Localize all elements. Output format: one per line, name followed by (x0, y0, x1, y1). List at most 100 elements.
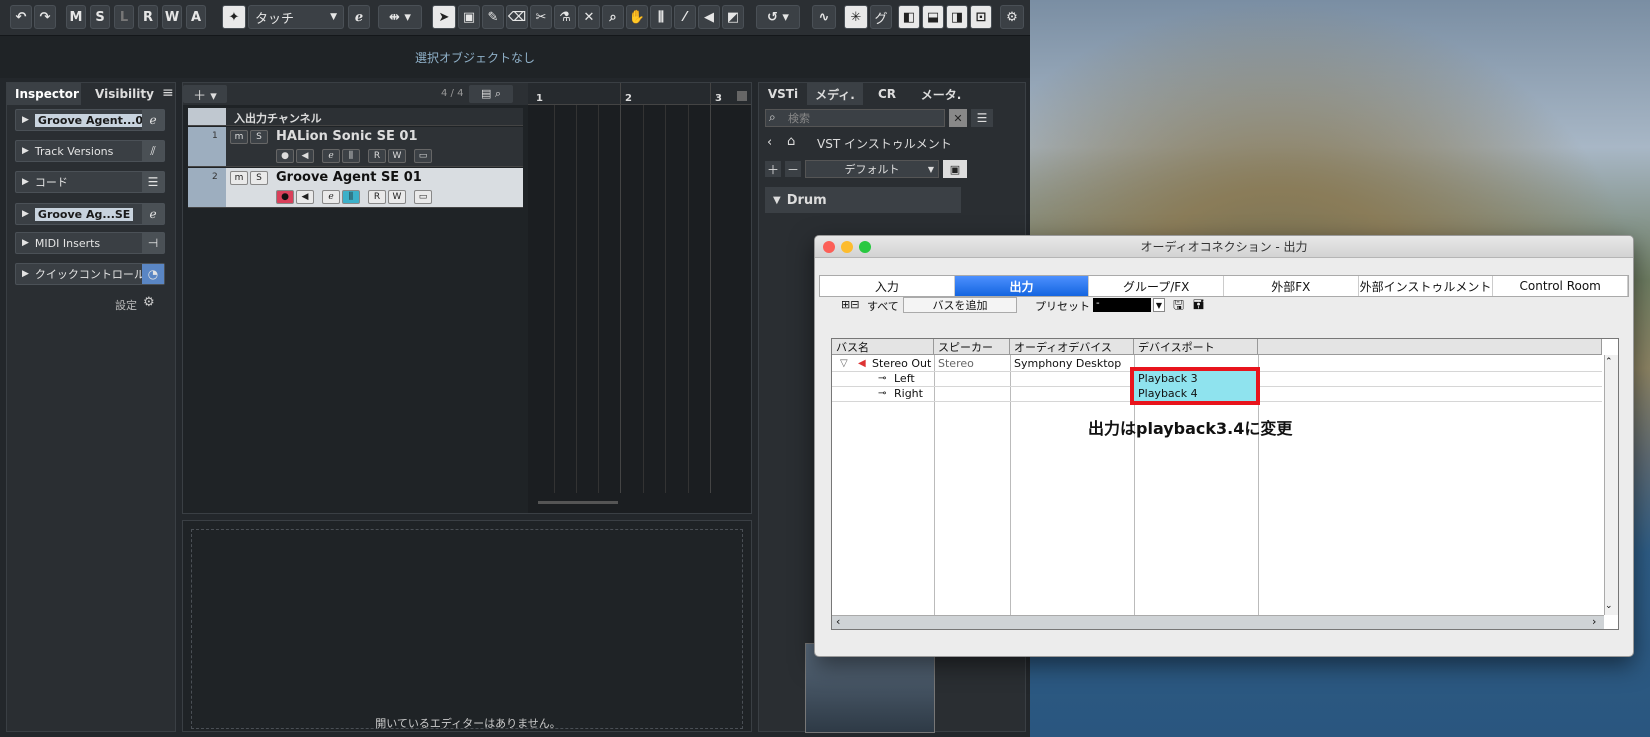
scroll-right-icon[interactable]: › (1592, 615, 1596, 628)
edit-button[interactable]: ℯ (322, 149, 340, 163)
gear-icon[interactable]: ⚙ (143, 295, 155, 310)
mute-button[interactable]: M (66, 5, 86, 29)
io-channel-folder[interactable]: 入出力チャンネル (188, 108, 523, 126)
expand-collapse-icon[interactable]: ⊞⊟ (841, 298, 859, 311)
chevron-down-icon[interactable]: ▼ (1153, 298, 1165, 312)
channel-name[interactable]: Right (890, 386, 923, 401)
inspector-track-versions[interactable]: ▶ Track Versions ⫽ (15, 140, 165, 162)
scissors-icon[interactable]: ✂ (530, 5, 552, 29)
image-icon[interactable]: ▣ (943, 160, 967, 178)
instrument-button[interactable]: ⫼ (342, 149, 360, 163)
save-preset-icon[interactable]: 🖫 (1173, 296, 1184, 318)
breadcrumb[interactable]: VST インストゥルメント (817, 135, 952, 152)
tab-visibility[interactable]: Visibility (87, 83, 157, 105)
lanes-button[interactable]: ▭ (414, 149, 432, 163)
clear-icon[interactable]: ✕ (949, 109, 967, 127)
tab-output[interactable]: 出力 (954, 276, 1090, 296)
preset-select[interactable]: デフォルト ▼ (805, 160, 939, 178)
close-icon[interactable] (823, 241, 835, 253)
column-speaker[interactable]: スピーカー (934, 339, 1010, 355)
inspector-midi-inserts[interactable]: ▶ MIDI Inserts ⊣ (15, 232, 165, 254)
groove-button[interactable]: グ (870, 5, 892, 29)
mute-tool-icon[interactable]: ✕ (578, 5, 600, 29)
tab-vsti[interactable]: VSTi (763, 83, 803, 105)
track-row[interactable]: 1 m S HALion Sonic SE 01 ● ◀ ℯ ⫼ R W ▭ (188, 127, 523, 167)
add-bus-button[interactable]: バスを追加 (903, 297, 1017, 313)
tab-input[interactable]: 入力 (820, 276, 955, 296)
scroll-left-icon[interactable]: ‹ (836, 615, 840, 628)
add-track-button[interactable]: ＋ ▾ (183, 85, 227, 104)
instrument-button[interactable]: ⫼ (342, 190, 360, 204)
remove-button[interactable]: － (785, 161, 801, 177)
write-button[interactable]: W (388, 149, 406, 163)
scroll-down-icon[interactable] (737, 91, 747, 101)
inspector-track-row[interactable]: ▶ Groove Agent...01 ℯ (15, 109, 165, 131)
monitor-button[interactable]: ◀ (296, 190, 314, 204)
solo-button[interactable]: S (250, 130, 268, 144)
track-name[interactable]: Groove Agent SE 01 (276, 170, 422, 185)
zoom-icon[interactable] (859, 241, 871, 253)
menu-icon[interactable]: ≡ (162, 85, 174, 101)
channel-name[interactable]: Left (890, 371, 915, 386)
edit-icon[interactable]: ℯ (348, 5, 370, 29)
gear-icon[interactable]: ⚙ (1000, 5, 1024, 29)
search-input[interactable]: 検索 (765, 109, 945, 127)
read-button[interactable]: R (368, 149, 386, 163)
back-icon[interactable]: ‹ (767, 135, 772, 150)
horizontal-scrollbar[interactable] (832, 615, 1604, 629)
solo-button[interactable]: S (250, 171, 268, 185)
bottom-zone-icon[interactable]: ⬓ (922, 5, 944, 29)
crossfade-icon[interactable]: ∿ (812, 5, 836, 29)
tab-media[interactable]: メディ. (807, 83, 863, 105)
snap-grid-icon[interactable]: ✳ (844, 5, 868, 29)
solo-button[interactable]: S (90, 5, 110, 29)
tab-group-fx[interactable]: グループ/FX (1089, 276, 1225, 296)
event-display[interactable]: 1 2 3 (528, 83, 751, 513)
tab-inspector[interactable]: Inspector (7, 83, 81, 105)
inspector-chord[interactable]: ▶ コード ☰ (15, 171, 165, 193)
undo-icon[interactable]: ↶ (10, 5, 32, 29)
nudge-icon[interactable]: ↺ ▾ (756, 5, 800, 29)
horizontal-scrollbar[interactable] (538, 501, 618, 504)
tab-control-room[interactable]: CR (867, 83, 907, 105)
snap-icon[interactable]: ⇹ ▾ (378, 5, 422, 29)
home-icon[interactable]: ⌂ (787, 134, 795, 149)
record-button[interactable]: ● (276, 190, 294, 204)
speaker-icon[interactable]: ◀ (698, 5, 720, 29)
record-button[interactable]: ● (276, 149, 294, 163)
read-button[interactable]: R (368, 190, 386, 204)
track-name[interactable]: HALion Sonic SE 01 (276, 129, 418, 144)
lanes-button[interactable]: ▭ (414, 190, 432, 204)
inspector-quick-controls[interactable]: ▶ クイックコントロール ◔ (15, 263, 165, 285)
bus-name[interactable]: Stereo Out (868, 356, 931, 371)
scroll-up-icon[interactable]: ⌃ (1605, 357, 1613, 367)
column-bus-name[interactable]: バス名 (832, 339, 934, 355)
collapse-icon[interactable]: ▽ (836, 356, 848, 371)
search-icon[interactable]: ▤ ⌕ (469, 85, 513, 103)
comb-icon[interactable]: ⫼ (650, 5, 672, 29)
write-button[interactable]: W (162, 5, 182, 29)
pencil-icon[interactable]: ✎ (482, 5, 504, 29)
scroll-down-icon[interactable]: ⌄ (1605, 601, 1613, 611)
edit-button[interactable]: ℯ (322, 190, 340, 204)
audio-device[interactable]: Symphony Desktop (1010, 356, 1121, 371)
pointer-icon[interactable]: ➤ (432, 5, 456, 29)
glue-icon[interactable]: ⚗ (554, 5, 576, 29)
hand-icon[interactable]: ✋ (626, 5, 648, 29)
read-button[interactable]: R (138, 5, 158, 29)
line-icon[interactable]: ⁄ (674, 5, 696, 29)
mute-button[interactable]: m (230, 171, 248, 185)
track-row[interactable]: 2 m S Groove Agent SE 01 ● ◀ ℯ ⫼ R W ▭ (188, 168, 523, 208)
zoom-icon[interactable]: ⌕ (602, 5, 624, 29)
speaker-config[interactable]: Stereo (934, 356, 974, 371)
mute-button[interactable]: m (230, 130, 248, 144)
delete-preset-icon[interactable]: 🖬 (1193, 296, 1204, 318)
add-button[interactable]: ＋ (765, 161, 781, 177)
color-icon[interactable]: ◩ (722, 5, 744, 29)
preset-select[interactable]: - (1093, 298, 1151, 312)
minimize-icon[interactable] (841, 241, 853, 253)
list-view-icon[interactable]: ☰ (971, 109, 993, 127)
folder-drum[interactable]: ▼ Drum (765, 187, 961, 213)
automation-mode-select[interactable]: タッチ ▼ (248, 5, 344, 29)
range-icon[interactable]: ▣ (458, 5, 480, 29)
